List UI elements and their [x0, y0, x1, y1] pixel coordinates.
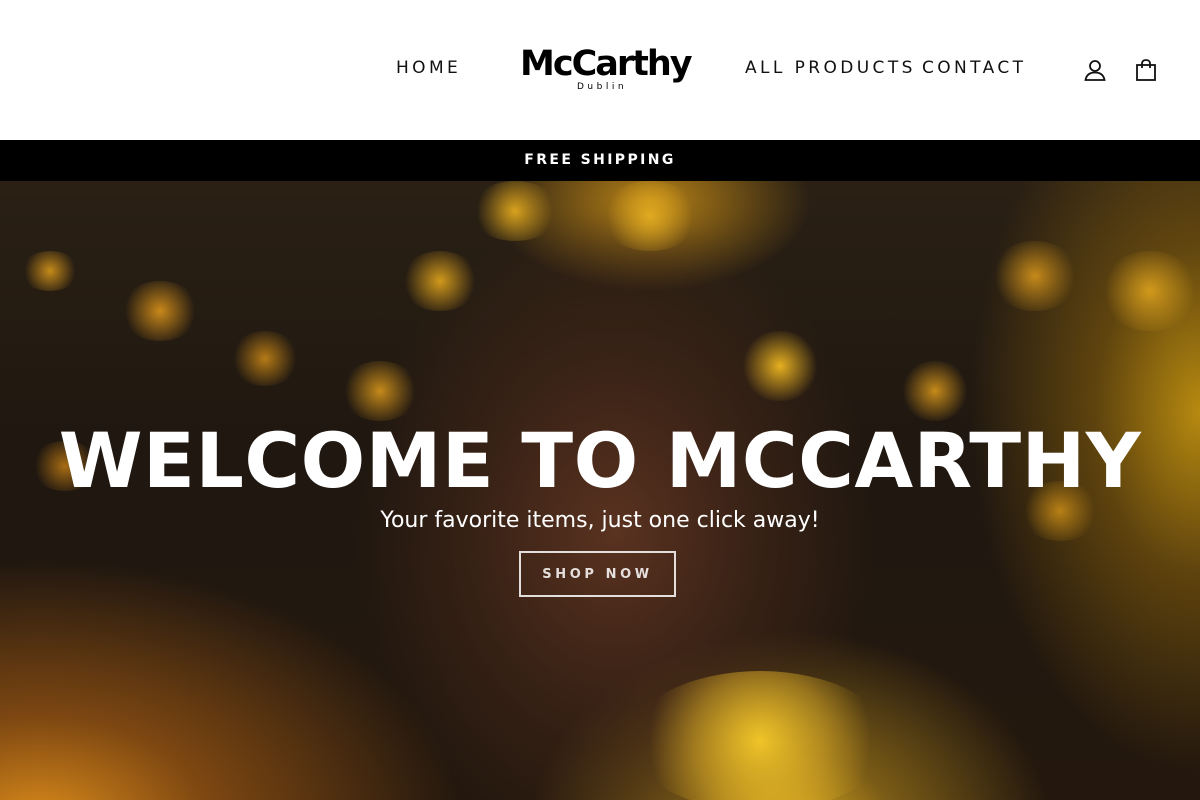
logo-name: McCarthy [520, 44, 693, 84]
flower-decoration [120, 281, 200, 341]
account-button[interactable] [1081, 56, 1109, 84]
site-logo[interactable]: McCarthy Dublin [520, 44, 693, 100]
flower-decoration [400, 251, 480, 311]
nav-home-link[interactable]: HOME [396, 58, 461, 78]
flower-decoration [600, 181, 700, 251]
nav-contact-link[interactable]: CONTACT [922, 58, 1026, 78]
flower-decoration [470, 181, 560, 241]
flower-decoration [340, 361, 420, 421]
shop-now-button[interactable]: SHOP NOW [519, 551, 676, 597]
nav-all-products-link[interactable]: ALL PRODUCTS [745, 58, 916, 78]
hero-subtitle: Your favorite items, just one click away… [380, 508, 820, 533]
hero-banner: WELCOME TO MCCARTHY Your favorite items,… [0, 181, 1200, 800]
flower-decoration [1100, 251, 1200, 331]
flower-decoration [900, 361, 970, 421]
user-icon [1084, 60, 1106, 81]
site-header: HOME McCarthy Dublin ALL PRODUCTS CONTAC… [0, 0, 1200, 140]
announcement-bar: FREE SHIPPING [0, 140, 1200, 181]
flower-decoration [230, 331, 300, 386]
hero-title: WELCOME TO MCCARTHY [58, 416, 1142, 505]
flower-decoration [20, 251, 80, 291]
cart-button[interactable] [1132, 56, 1160, 84]
flower-decoration [740, 331, 820, 401]
flower-decoration [630, 671, 890, 800]
shopping-bag-icon [1136, 59, 1156, 81]
flower-decoration [990, 241, 1080, 311]
